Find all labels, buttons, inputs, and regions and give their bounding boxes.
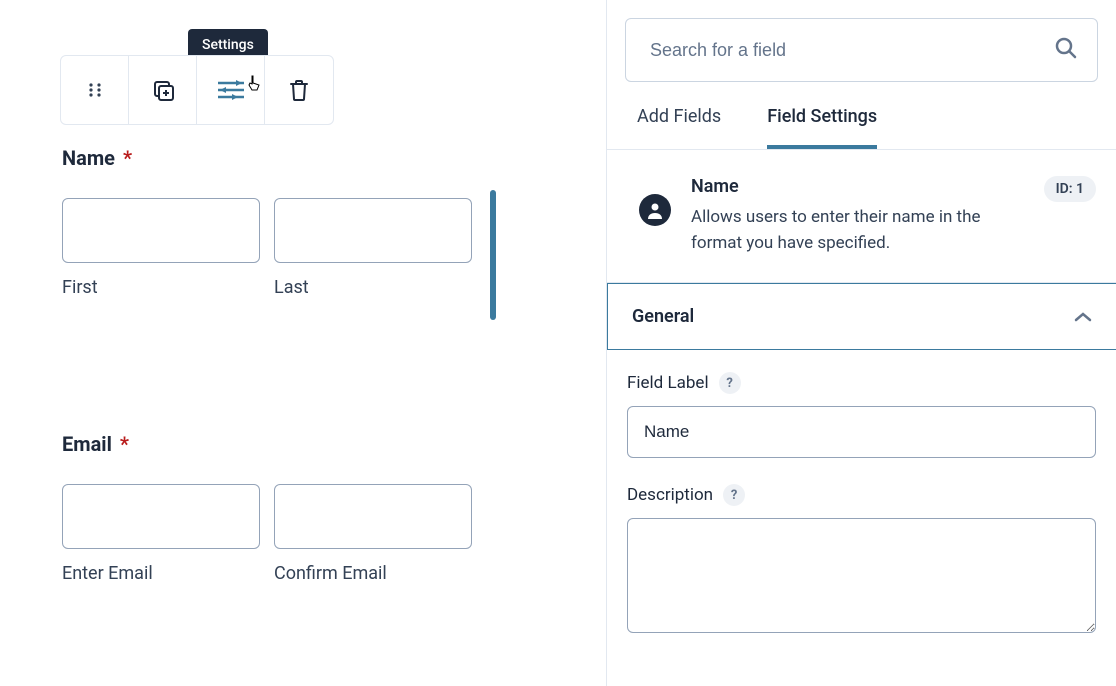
general-section-title: General xyxy=(632,306,694,327)
field-label-text: Field Label xyxy=(627,373,709,393)
field-label-input[interactable] xyxy=(627,406,1096,458)
grip-dots-icon xyxy=(85,80,105,100)
search-input[interactable] xyxy=(625,18,1098,82)
email-field-block[interactable]: Email * Enter Email Confirm Email xyxy=(62,432,472,584)
name-field-block[interactable]: Name * First Last xyxy=(62,146,472,298)
person-icon xyxy=(639,194,671,226)
enter-email-input[interactable] xyxy=(62,484,260,549)
tab-add-fields[interactable]: Add Fields xyxy=(637,106,721,149)
name-field-label: Name * xyxy=(62,146,472,170)
general-section-header[interactable]: General xyxy=(607,283,1116,350)
field-toolbar xyxy=(60,55,334,125)
chevron-up-icon xyxy=(1074,311,1092,323)
search-box xyxy=(625,18,1098,82)
last-name-input[interactable] xyxy=(274,198,472,263)
description-text: Description xyxy=(627,485,713,505)
first-name-input[interactable] xyxy=(62,198,260,263)
settings-sidebar: Add Fields Field Settings Name Allows us… xyxy=(606,0,1116,686)
settings-button[interactable] xyxy=(197,56,265,124)
first-name-sublabel: First xyxy=(62,277,260,298)
field-label-setting-label: Field Label ? xyxy=(627,372,1096,394)
field-info-description: Allows users to enter their name in the … xyxy=(691,205,1024,256)
description-textarea[interactable] xyxy=(627,518,1096,633)
tab-field-settings[interactable]: Field Settings xyxy=(767,106,877,149)
sliders-icon xyxy=(216,79,246,101)
drag-handle-button[interactable] xyxy=(61,56,129,124)
selected-field-marker xyxy=(490,190,496,320)
sidebar-tabs: Add Fields Field Settings xyxy=(607,82,1116,150)
required-asterisk-icon: * xyxy=(120,432,129,456)
enter-email-sublabel: Enter Email xyxy=(62,563,260,584)
name-label-text: Name xyxy=(62,146,115,170)
duplicate-button[interactable] xyxy=(129,56,197,124)
search-icon[interactable] xyxy=(1054,36,1078,64)
duplicate-icon xyxy=(150,77,176,103)
trash-icon xyxy=(288,78,310,102)
required-asterisk-icon: * xyxy=(123,146,132,170)
confirm-email-sublabel: Confirm Email xyxy=(274,563,472,584)
email-field-label: Email * xyxy=(62,432,472,456)
delete-button[interactable] xyxy=(265,56,333,124)
description-setting-label: Description ? xyxy=(627,484,1096,506)
field-id-badge: ID: 1 xyxy=(1044,176,1096,202)
field-info-block: Name Allows users to enter their name in… xyxy=(607,150,1116,283)
form-editor-canvas: Settings Name* First Last xyxy=(0,0,606,686)
field-info-title: Name xyxy=(691,176,1024,197)
general-section-body: Field Label ? Description ? xyxy=(607,350,1116,659)
email-label-text: Email xyxy=(62,432,112,456)
help-icon[interactable]: ? xyxy=(723,484,745,506)
last-name-sublabel: Last xyxy=(274,277,472,298)
confirm-email-input[interactable] xyxy=(274,484,472,549)
help-icon[interactable]: ? xyxy=(719,372,741,394)
